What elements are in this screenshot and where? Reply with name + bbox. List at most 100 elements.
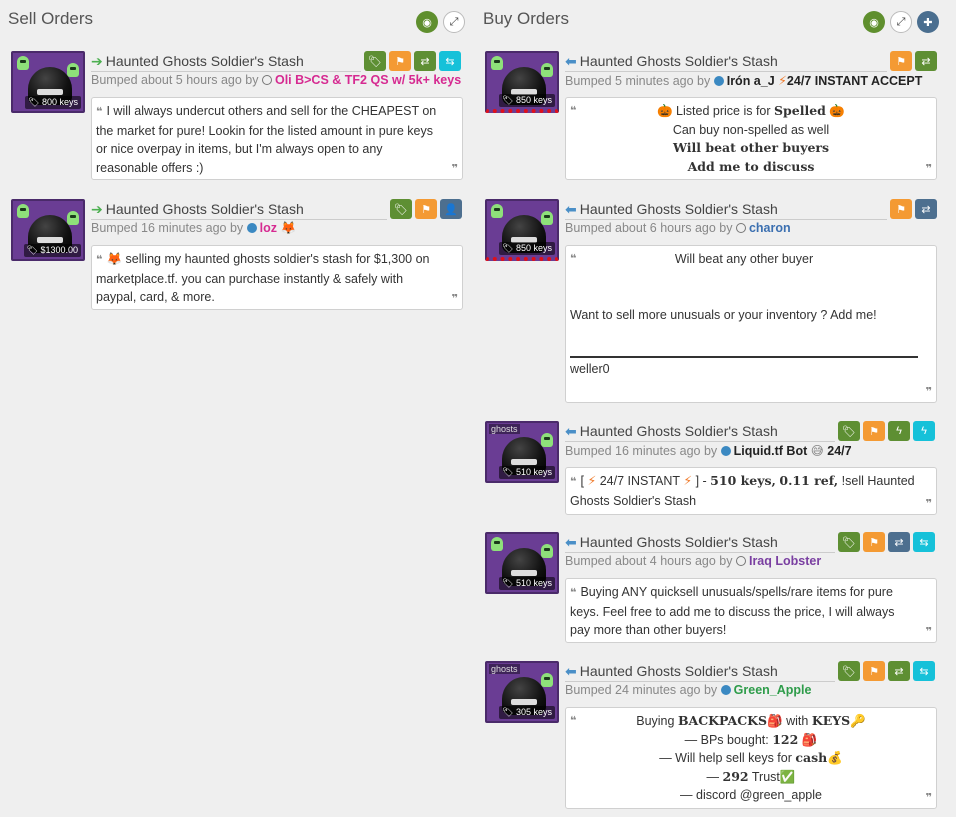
visor [511, 570, 537, 576]
item-icon[interactable]: ghosts 🏷 305 keys [485, 661, 559, 723]
item-icon[interactable]: 🏷 800 keys [11, 51, 85, 113]
buy-listing: ghosts 🏷 305 keys ⬅ Haunted Ghosts Soldi… [485, 661, 941, 811]
price-value: 800 keys [41, 97, 78, 107]
flag-icon[interactable]: ⚑ [863, 661, 885, 681]
details-line: — Will help sell keys for [659, 751, 792, 765]
expand-button[interactable]: ⤢ [443, 11, 465, 33]
quote-open-icon: ❝ [570, 105, 577, 117]
pumpkin-icon: 🎃 [656, 104, 673, 118]
item-icon[interactable]: 🏷 850 keys [485, 199, 559, 261]
arrow-right-icon: ➔ [91, 52, 103, 69]
trade-offer-icon[interactable]: ⇆ [913, 661, 935, 681]
quote-open-icon: ❝ [570, 715, 577, 727]
bumped-text: Bumped about 4 hours ago by [565, 554, 733, 568]
listing-details: ❝[ ⚡ 24/7 INSTANT ⚡ ] - 510 keys, 0.11 r… [565, 467, 937, 515]
buy-orders-title: Buy Orders [483, 9, 569, 28]
listing-title[interactable]: ⬅ Haunted Ghosts Soldier's Stash [565, 421, 778, 441]
details-text: 24/7 INSTANT [599, 474, 680, 488]
details-bold: KEYS [811, 713, 851, 728]
online-status-icon [246, 223, 257, 233]
flag-icon[interactable]: ⚑ [863, 532, 885, 552]
user-link[interactable]: loz [260, 221, 277, 235]
listing-title[interactable]: ⬅ Haunted Ghosts Soldier's Stash [565, 199, 778, 219]
add-listing-button[interactable]: ✚ [917, 11, 939, 33]
tag-icon[interactable]: 🏷 [838, 661, 860, 681]
details-line: weller0 [570, 362, 610, 376]
user-link[interactable]: Iraq Lobster [749, 554, 821, 568]
flag-icon[interactable]: ⚑ [890, 199, 912, 219]
add-friend-icon[interactable]: 👤 [440, 199, 462, 219]
offline-status-icon [735, 223, 746, 233]
details-line: Will beat other buyers [672, 140, 830, 155]
item-icon[interactable]: ghosts 🏷 510 keys [485, 421, 559, 483]
flag-icon[interactable]: ⚑ [890, 51, 912, 71]
lightning-icon[interactable]: ϟ [888, 421, 910, 441]
online-status-icon [713, 76, 724, 86]
listing-badges: 🏷 ⚑ ⇄ ⇆ [364, 51, 461, 71]
price-value: 510 keys [515, 467, 552, 477]
user-link[interactable]: charon [749, 221, 791, 235]
tag-icon[interactable]: 🏷 [364, 51, 386, 71]
trade-icon[interactable]: ⇄ [414, 51, 436, 71]
listing-title[interactable]: ➔ Haunted Ghosts Soldier's Stash [91, 51, 304, 71]
bumped-info: Bumped about 6 hours ago by charon [565, 221, 791, 235]
quote-open-icon: ❝ [96, 106, 103, 118]
flag-icon[interactable]: ⚑ [863, 421, 885, 441]
user-link[interactable]: Oli B>CS & TF2 QS w/ 5k+ keys [275, 73, 461, 87]
trade-icon[interactable]: ⇄ [888, 532, 910, 552]
tag-icon[interactable]: 🏷 [838, 532, 860, 552]
flag-icon[interactable]: ⚑ [389, 51, 411, 71]
user-link[interactable]: Liquid.tf Bot [734, 444, 808, 458]
quote-open-icon: ❝ [570, 253, 577, 265]
details-line: Add me to discuss [687, 158, 815, 174]
tag-icon[interactable]: 🏷 [838, 421, 860, 441]
price-value: 510 keys [515, 578, 552, 588]
listing-title[interactable]: ⬅ Haunted Ghosts Soldier's Stash [565, 661, 778, 681]
ghost-icon [17, 56, 29, 70]
buy-listing: ghosts 🏷 510 keys ⬅ Haunted Ghosts Soldi… [485, 421, 941, 516]
item-name: Haunted Ghosts Soldier's Stash [579, 663, 778, 679]
arrow-right-icon: ➔ [91, 200, 103, 217]
emoji-icon: 😅 [810, 444, 824, 458]
listing-title[interactable]: ⬅ Haunted Ghosts Soldier's Stash [565, 532, 778, 552]
arrow-left-icon: ⬅ [565, 662, 577, 679]
details-bold: 0.11 ref, [779, 473, 839, 488]
instant-trade-icon[interactable]: ϟ [913, 421, 935, 441]
flag-icon[interactable]: ⚑ [415, 199, 437, 219]
bumped-text: Bumped 16 minutes ago by [565, 444, 718, 458]
expand-button[interactable]: ⤢ [890, 11, 912, 33]
trade-icon[interactable]: ⇄ [915, 51, 937, 71]
ghost-icon [541, 544, 553, 558]
item-icon[interactable]: 🏷 $1300.00 [11, 199, 85, 261]
arrow-left-icon: ⬅ [565, 422, 577, 439]
toggle-visibility-button[interactable]: ◉ [416, 11, 438, 33]
user-suffix: 24/7 INSTANT ACCEPT [786, 74, 923, 88]
arrow-left-icon: ⬅ [565, 52, 577, 69]
user-link[interactable]: Green_Apple [734, 683, 812, 697]
price-tag: 🏷 850 keys [499, 242, 555, 255]
item-icon[interactable]: 🏷 510 keys [485, 532, 559, 594]
bumped-info: Bumped 24 minutes ago by Green_Apple [565, 683, 811, 697]
tag-icon[interactable]: 🏷 [390, 199, 412, 219]
listing-badges: ⚑ ⇄ [890, 199, 937, 219]
trade-offer-icon[interactable]: ⇆ [439, 51, 461, 71]
trade-icon[interactable]: ⇄ [888, 661, 910, 681]
details-bold: cash [795, 750, 828, 765]
trade-icon[interactable]: ⇄ [915, 199, 937, 219]
bumped-text: Bumped 24 minutes ago by [565, 683, 718, 697]
price-tag: 🏷 800 keys [25, 96, 81, 109]
title-divider [565, 441, 835, 442]
price-value: 850 keys [515, 243, 552, 253]
trade-offer-icon[interactable]: ⇆ [913, 532, 935, 552]
user-link[interactable]: Irón a_J [727, 74, 775, 88]
quote-close-icon: ❞ [925, 625, 932, 638]
listing-badges: 🏷 ⚑ ⇄ ⇆ [838, 532, 935, 552]
title-divider [565, 219, 887, 220]
item-icon[interactable]: 🏷 850 keys [485, 51, 559, 113]
listing-title[interactable]: ➔ Haunted Ghosts Soldier's Stash [91, 199, 304, 219]
toggle-visibility-button[interactable]: ◉ [863, 11, 885, 33]
details-line: Listed price is for [676, 104, 771, 118]
listing-title[interactable]: ⬅ Haunted Ghosts Soldier's Stash [565, 51, 778, 71]
sell-orders-title: Sell Orders [8, 9, 94, 28]
details-line: Trust [751, 769, 780, 784]
